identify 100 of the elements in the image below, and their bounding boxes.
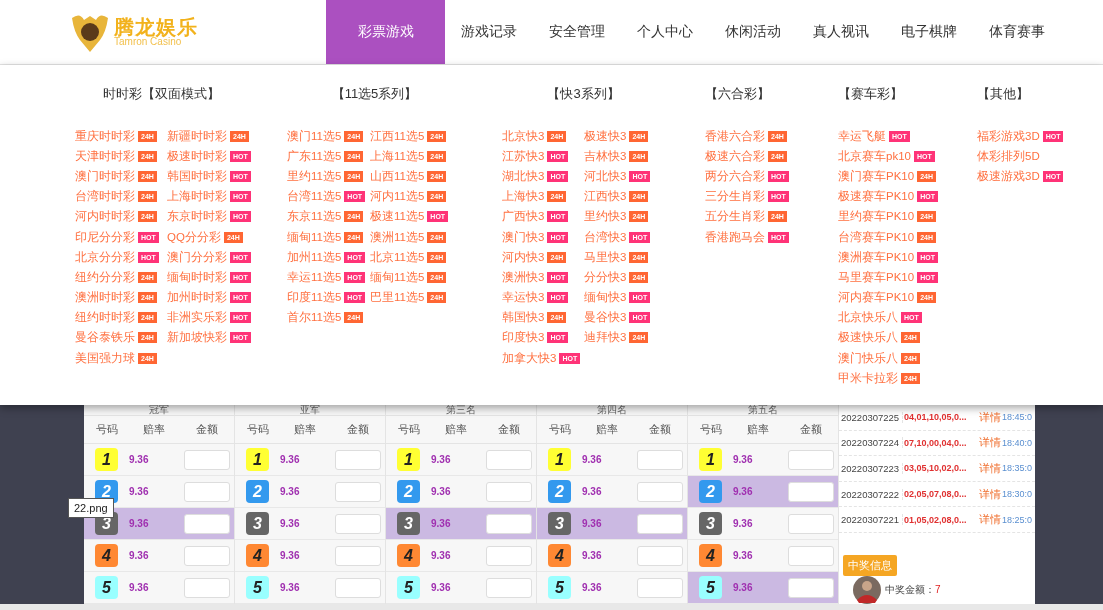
bet-row[interactable]: 4 9.36 [537,540,687,572]
bet-row[interactable]: 1 9.36 [386,444,536,476]
details-link[interactable]: 详情 [979,461,1001,476]
amount-field[interactable] [335,577,381,598]
odds-value: 9.36 [431,454,451,465]
nav-tab[interactable]: 安全管理 [533,0,621,64]
amount-field[interactable] [335,481,381,502]
details-link[interactable]: 详情 [979,435,1001,451]
logo-subtitle: Tamron Casino [114,37,182,47]
bet-row[interactable]: 5 9.36 [84,572,234,604]
amount-field[interactable] [184,449,230,470]
nav-tab[interactable]: 真人视讯 [797,0,885,64]
amount-field[interactable] [335,449,381,470]
bet-row[interactable]: 5 9.36 [537,572,687,604]
odds-value: 9.36 [280,518,300,529]
amount-field[interactable] [788,545,834,566]
details-link[interactable]: 详情 [979,409,1001,425]
bet-row[interactable]: 2 9.36 [688,476,838,508]
nav-tab[interactable]: 休闲活动 [709,0,797,64]
amount-field[interactable] [637,577,683,598]
draw-numbers: 01,05,02,08,0... [904,514,968,525]
amount-field[interactable] [486,545,532,566]
nav-tab[interactable]: 电子棋牌 [885,0,973,64]
bet-row[interactable]: 5 9.36 [235,572,385,604]
game-link[interactable]: 体彩排列5D [977,146,1087,167]
bet-row[interactable]: 1 9.36 [537,444,687,476]
column-header: 号码 [699,422,722,437]
amount-field[interactable] [486,513,532,534]
nav-tab[interactable]: 体育赛事 [973,0,1061,64]
amount-field[interactable] [788,449,834,470]
column-header: 金额 [649,422,671,437]
odds-value: 9.36 [582,582,602,593]
bet-row[interactable]: 2 9.36 [235,476,385,508]
nav-tab[interactable]: 彩票游戏 [326,0,445,64]
odds-value: 9.36 [431,486,451,497]
column-header: 号码 [95,422,118,437]
odds-value: 9.36 [280,486,300,497]
amount-field[interactable] [486,449,532,470]
bet-row[interactable]: 3 9.36 [386,508,536,540]
amount-field[interactable] [184,481,230,502]
draw-period: 20220307223 [841,463,903,474]
amount-field[interactable] [184,577,230,598]
tooltip: 22.png [68,498,114,518]
odds-value: 9.36 [733,454,753,465]
draw-numbers: 02,05,07,08,0... [904,489,968,500]
bet-row[interactable]: 4 9.36 [386,540,536,572]
draw-numbers: 04,01,10,05,0... [904,412,968,423]
bet-row[interactable]: 3 9.36 [537,508,687,540]
amount-field[interactable] [637,481,683,502]
amount-field[interactable] [788,513,834,534]
bet-row[interactable]: 2 9.36 [537,476,687,508]
odds-value: 9.36 [280,550,300,561]
bet-row[interactable]: 5 9.36 [688,572,838,604]
odds-value: 9.36 [129,550,149,561]
odds-value: 9.36 [129,454,149,465]
category-heading: 时时彩【双面模式】 [102,85,220,103]
odds-value: 9.36 [431,518,451,529]
category-heading: 【11选5系列】 [331,85,418,103]
amount-field[interactable] [788,481,834,502]
amount-field[interactable] [486,577,532,598]
amount-field[interactable] [486,481,532,502]
odds-value: 9.36 [431,550,451,561]
bet-row[interactable]: 4 9.36 [688,540,838,572]
odds-value: 9.36 [431,582,451,593]
category-heading: 【快3系列】 [547,85,620,103]
column-header: 赔率 [596,422,618,437]
amount-field[interactable] [335,513,381,534]
bet-row[interactable]: 2 9.36 [386,476,536,508]
amount-field[interactable] [637,513,683,534]
amount-field[interactable] [637,545,683,566]
column-header: 金额 [498,422,520,437]
bet-row[interactable]: 4 9.36 [84,540,234,572]
bet-row[interactable]: 1 9.36 [688,444,838,476]
column-header: 金额 [347,422,369,437]
odds-value: 9.36 [733,550,753,561]
winners-badge: 中奖信息 [843,554,897,576]
nav-tab[interactable]: 游戏记录 [445,0,533,64]
amount-field[interactable] [335,545,381,566]
draw-period: 20220307222 [841,488,903,500]
category-heading: 【六合彩】 [705,85,770,103]
bet-row[interactable]: 3 9.36 [688,508,838,540]
details-link[interactable]: 详情 [979,512,1001,528]
draw-time: 18:40:0 [1002,437,1033,448]
group-title: 第五名 [748,405,778,415]
draw-time: 18:30:0 [1002,489,1033,500]
column-header: 赔率 [294,422,316,437]
amount-field[interactable] [637,449,683,470]
amount-field[interactable] [184,513,230,534]
amount-field[interactable] [788,577,834,598]
odds-value: 9.36 [129,486,149,497]
bet-row[interactable]: 3 9.36 [235,508,385,540]
bet-row[interactable]: 4 9.36 [235,540,385,572]
bet-row[interactable]: 1 9.36 [84,444,234,476]
bet-row[interactable]: 5 9.36 [386,572,536,604]
details-link[interactable]: 详情 [979,486,1001,502]
amount-field[interactable] [184,545,230,566]
draw-time: 18:45:0 [1002,412,1033,423]
bet-row[interactable]: 1 9.36 [235,444,385,476]
category-heading: 【赛车彩】 [838,85,903,103]
nav-tab[interactable]: 个人中心 [621,0,709,64]
